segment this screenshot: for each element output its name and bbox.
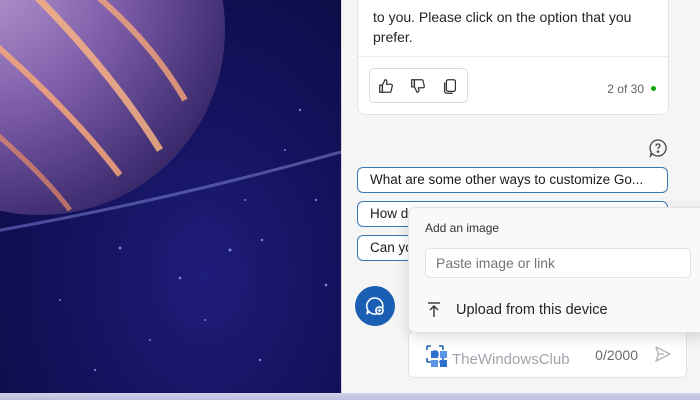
suggestion-chip[interactable]: What are some other ways to customize Go…: [357, 167, 668, 193]
copy-button[interactable]: [434, 69, 466, 102]
desktop-wallpaper: [0, 0, 341, 393]
character-count: 0/2000: [595, 347, 638, 363]
response-text-line: prefer.: [373, 29, 413, 45]
thumbs-down-icon: [411, 78, 425, 93]
paste-image-input[interactable]: [425, 248, 691, 278]
dislike-button[interactable]: [402, 69, 434, 102]
watermark-text: TheWindowsClub: [452, 350, 570, 368]
thumbs-up-icon: [379, 78, 393, 93]
status-dot: [651, 86, 656, 91]
upload-from-device-button[interactable]: Upload from this device: [421, 296, 691, 324]
card-divider: [358, 56, 668, 57]
watermark: TheWindowsClub: [430, 350, 570, 368]
popup-title: Add an image: [425, 221, 500, 235]
new-chat-icon: [365, 297, 384, 315]
feedback-toolbar: [369, 68, 468, 103]
like-button[interactable]: [370, 69, 402, 102]
add-image-popup: Add an image Upload from this device: [408, 207, 700, 333]
send-icon[interactable]: [654, 345, 672, 363]
response-text-line: to you. Please click on the option that …: [373, 9, 632, 25]
response-card: to you. Please click on the option that …: [357, 0, 669, 115]
copy-icon: [443, 78, 457, 94]
help-icon[interactable]: [648, 138, 668, 158]
upload-icon: [428, 302, 440, 317]
taskbar-edge: [0, 393, 700, 400]
new-topic-button[interactable]: [355, 286, 395, 326]
windows-club-logo-icon: [431, 351, 447, 367]
response-page-count: 2 of 30: [607, 82, 644, 96]
upload-label: Upload from this device: [456, 302, 608, 318]
